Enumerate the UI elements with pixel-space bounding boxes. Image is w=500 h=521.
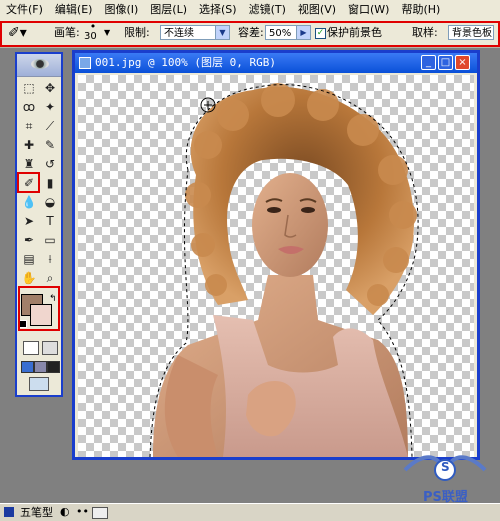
gradient-tool[interactable]: ▮ — [41, 175, 59, 192]
slice-tool[interactable]: ⟋ — [41, 118, 59, 135]
document-title: 001.jpg @ 100% (图层 0, RGB) — [95, 56, 276, 69]
toolbox-header — [17, 54, 61, 77]
menu-bar: 文件(F) 编辑(E) 图像(I) 图层(L) 选择(S) 滤镜(T) 视图(V… — [0, 0, 500, 20]
eraser-tool-highlight — [17, 172, 40, 193]
minimize-button[interactable]: _ — [421, 55, 436, 70]
menu-layer[interactable]: 图层(L) — [144, 0, 193, 19]
standard-mode-icon[interactable] — [23, 341, 39, 355]
document-title-bar[interactable]: 001.jpg @ 100% (图层 0, RGB) _ □ × — [75, 53, 477, 73]
eye-logo-icon[interactable] — [31, 59, 49, 69]
menu-help[interactable]: 帮助(H) — [395, 0, 446, 19]
eyedropper-tool[interactable]: ⟊ — [41, 251, 59, 268]
close-button[interactable]: × — [455, 55, 470, 70]
ime-logo-icon[interactable] — [4, 507, 14, 517]
magic-wand-tool[interactable]: ✦ — [41, 99, 59, 116]
watermark-logo: S PS联盟 — [395, 440, 495, 510]
healing-brush-tool[interactable]: ✚ — [20, 137, 38, 154]
tolerance-value: 50% — [269, 28, 292, 39]
menu-edit[interactable]: 编辑(E) — [49, 0, 99, 19]
brush-size: 30 — [84, 31, 97, 42]
toolbox: ⬚ ✥ ꝏ ✦ ⌗ ⟋ ✚ ✎ ♜ ↺ ✐ ▮ 💧 ◒ ➤ T ✒ ▭ ▤ ⟊ ✋ ⌕ ↰ — [15, 52, 63, 397]
menu-filter[interactable]: 滤镜(T) — [243, 0, 292, 19]
jump-to-imageready-icon[interactable] — [29, 377, 49, 391]
document-icon — [79, 57, 91, 69]
tolerance-label: 容差: — [238, 26, 264, 39]
history-brush-tool[interactable]: ↺ — [41, 156, 59, 173]
chevron-down-icon: ▼ — [215, 26, 229, 39]
limit-select[interactable]: 不连续 ▼ — [160, 25, 230, 40]
move-tool[interactable]: ✥ — [41, 80, 59, 97]
quick-mask-icon[interactable] — [42, 341, 58, 355]
type-tool[interactable]: T — [41, 213, 59, 230]
image-canvas[interactable] — [78, 75, 474, 457]
options-bar: ✐▾ 画笔: • 30 ▼ 限制: 不连续 ▼ 容差: 50% ▶ ✓ 保护前景… — [0, 19, 500, 48]
dodge-tool[interactable]: ◒ — [41, 194, 59, 211]
hand-tool[interactable]: ✋ — [20, 270, 38, 287]
sampling-select[interactable]: 背景色板 — [448, 25, 494, 40]
watermark-letter: S — [441, 460, 450, 474]
limit-value: 不连续 — [164, 28, 194, 39]
limit-label: 限制: — [124, 26, 150, 39]
half-moon-icon[interactable]: ◐ — [60, 505, 70, 518]
menu-file[interactable]: 文件(F) — [0, 0, 49, 19]
shape-tool[interactable]: ▭ — [41, 232, 59, 249]
brush-label: 画笔: — [54, 26, 80, 39]
keyboard-icon[interactable] — [92, 507, 108, 519]
maximize-button[interactable]: □ — [438, 55, 453, 70]
lasso-tool[interactable]: ꝏ — [20, 99, 38, 116]
protect-foreground-label: 保护前景色 — [327, 26, 382, 39]
menu-window[interactable]: 窗口(W) — [342, 0, 395, 19]
color-swatch-highlight — [18, 286, 60, 331]
portrait-image — [149, 83, 419, 457]
clone-stamp-tool[interactable]: ♜ — [20, 156, 38, 173]
tolerance-input[interactable]: 50% ▶ — [265, 25, 311, 40]
eraser-tool-preset-icon[interactable]: ✐▾ — [8, 24, 27, 42]
menu-image[interactable]: 图像(I) — [98, 0, 144, 19]
ime-mode-text[interactable]: 五笔型 — [20, 505, 53, 520]
ime-status-bar: 五笔型 ◐ •• — [0, 503, 500, 521]
protect-foreground-checkbox[interactable]: ✓ — [315, 28, 326, 39]
zoom-tool[interactable]: ⌕ — [41, 270, 59, 287]
screen-mode-full-menu-icon[interactable] — [34, 361, 47, 373]
document-window: 001.jpg @ 100% (图层 0, RGB) _ □ × — [72, 50, 480, 460]
marquee-tool[interactable]: ⬚ — [20, 80, 38, 97]
chevron-right-icon: ▶ — [296, 26, 310, 39]
notes-tool[interactable]: ▤ — [20, 251, 38, 268]
menu-select[interactable]: 选择(S) — [193, 0, 243, 19]
screen-mode-standard-icon[interactable] — [21, 361, 34, 373]
brush-tool[interactable]: ✎ — [41, 137, 59, 154]
sampling-label: 取样: — [412, 26, 438, 39]
path-selection-tool[interactable]: ➤ — [20, 213, 38, 230]
sampling-value: 背景色板 — [452, 28, 492, 39]
screen-mode-full-icon[interactable] — [47, 361, 60, 373]
punctuation-icon[interactable]: •• — [76, 505, 89, 518]
pen-tool[interactable]: ✒ — [20, 232, 38, 249]
brush-dropdown-icon[interactable]: ▼ — [104, 24, 110, 42]
blur-tool[interactable]: 💧 — [20, 194, 38, 211]
menu-view[interactable]: 视图(V) — [292, 0, 342, 19]
crop-tool[interactable]: ⌗ — [20, 118, 38, 135]
